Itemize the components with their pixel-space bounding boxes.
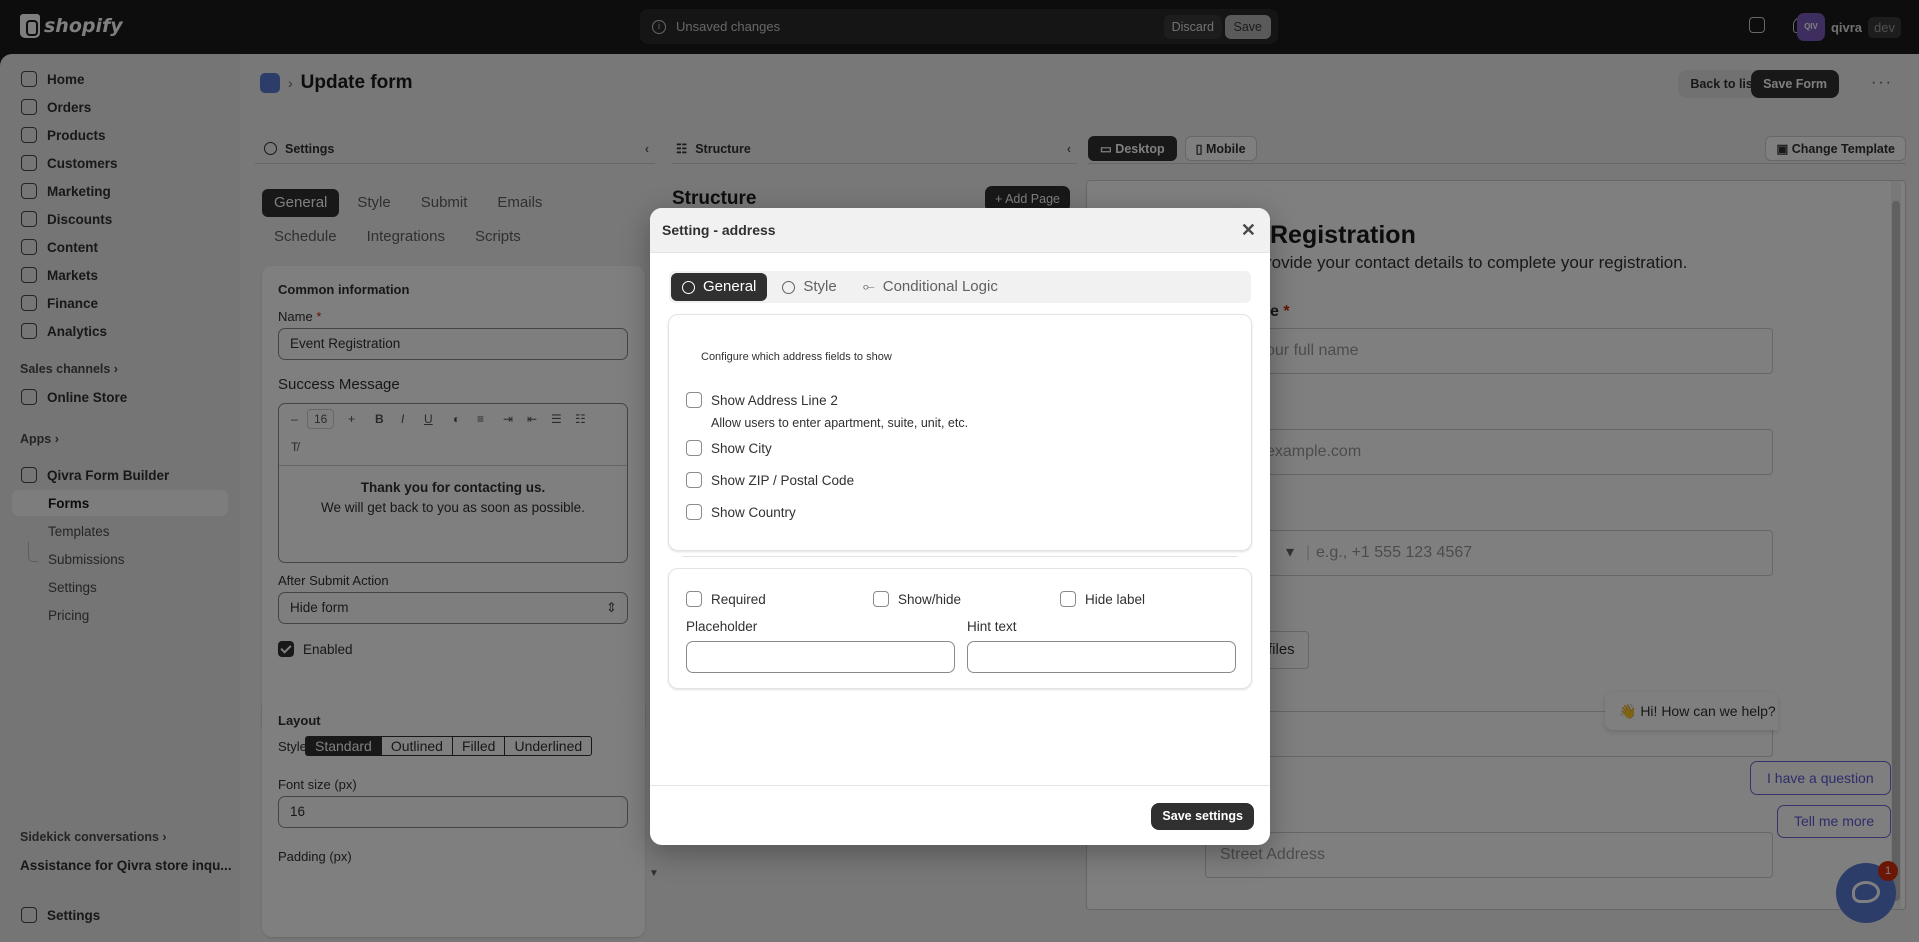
address-line2-hint: Allow users to enter apartment, suite, u…	[711, 416, 969, 430]
show-country-label: Show Country	[711, 504, 796, 520]
modal-tab-conditional-logic[interactable]: ⟜ Conditional Logic	[852, 273, 1009, 301]
modal-tab-logic-label: Conditional Logic	[882, 278, 998, 295]
required-checkbox[interactable]	[686, 591, 702, 607]
modal-footer: Save settings	[650, 785, 1270, 845]
field-options-box: Required Show/hide Hide label Placeholde…	[668, 568, 1252, 689]
show-city-option[interactable]: Show City	[686, 440, 772, 456]
logic-icon: ⟜	[862, 278, 875, 295]
showhide-option[interactable]: Show/hide	[873, 591, 961, 607]
show-zip-label: Show ZIP / Postal Code	[711, 472, 855, 488]
hide-label-checkbox[interactable]	[1060, 591, 1076, 607]
required-option[interactable]: Required	[686, 591, 766, 607]
placeholder-input[interactable]	[686, 641, 955, 673]
gear-icon	[682, 280, 695, 294]
scroll-down-icon[interactable]: ▼	[649, 868, 659, 879]
show-country-checkbox[interactable]	[686, 504, 702, 520]
show-zip-checkbox[interactable]	[686, 472, 702, 488]
configure-text: Configure which address fields to show	[701, 351, 892, 363]
hide-label-option[interactable]: Hide label	[1060, 591, 1145, 607]
placeholder-label: Placeholder	[686, 619, 758, 634]
modal-tabs: General Style ⟜ Conditional Logic	[669, 271, 1251, 303]
address-fields-box: Configure which address fields to show S…	[668, 314, 1252, 551]
palette-icon	[782, 280, 796, 294]
show-country-option[interactable]: Show Country	[686, 504, 796, 520]
hide-label-label: Hide label	[1085, 591, 1146, 607]
showhide-label: Show/hide	[898, 591, 962, 607]
close-icon[interactable]: ✕	[1241, 221, 1256, 239]
show-zip-option[interactable]: Show ZIP / Postal Code	[686, 472, 854, 488]
show-city-checkbox[interactable]	[686, 440, 702, 456]
hint-text-input[interactable]	[967, 641, 1236, 673]
modal-tab-general[interactable]: General	[671, 273, 768, 301]
save-settings-button[interactable]: Save settings	[1151, 803, 1254, 830]
show-address-line2-option[interactable]: Show Address Line 2	[686, 392, 838, 408]
address-settings-modal: Setting - address ✕ General Style ⟜ Condi…	[650, 208, 1270, 845]
modal-tab-style-label: Style	[803, 278, 837, 295]
showhide-checkbox[interactable]	[873, 591, 889, 607]
required-label: Required	[711, 591, 766, 607]
show-address-line2-checkbox[interactable]	[686, 392, 702, 408]
modal-title: Setting - address	[662, 222, 776, 238]
show-city-label: Show City	[711, 440, 772, 456]
show-address-line2-label: Show Address Line 2	[711, 392, 838, 408]
modal-tab-general-label: General	[703, 278, 757, 295]
modal-header: Setting - address ✕	[650, 208, 1270, 253]
divider	[682, 556, 1238, 557]
hint-text-label: Hint text	[967, 619, 1017, 634]
modal-tab-style[interactable]: Style	[771, 273, 847, 301]
